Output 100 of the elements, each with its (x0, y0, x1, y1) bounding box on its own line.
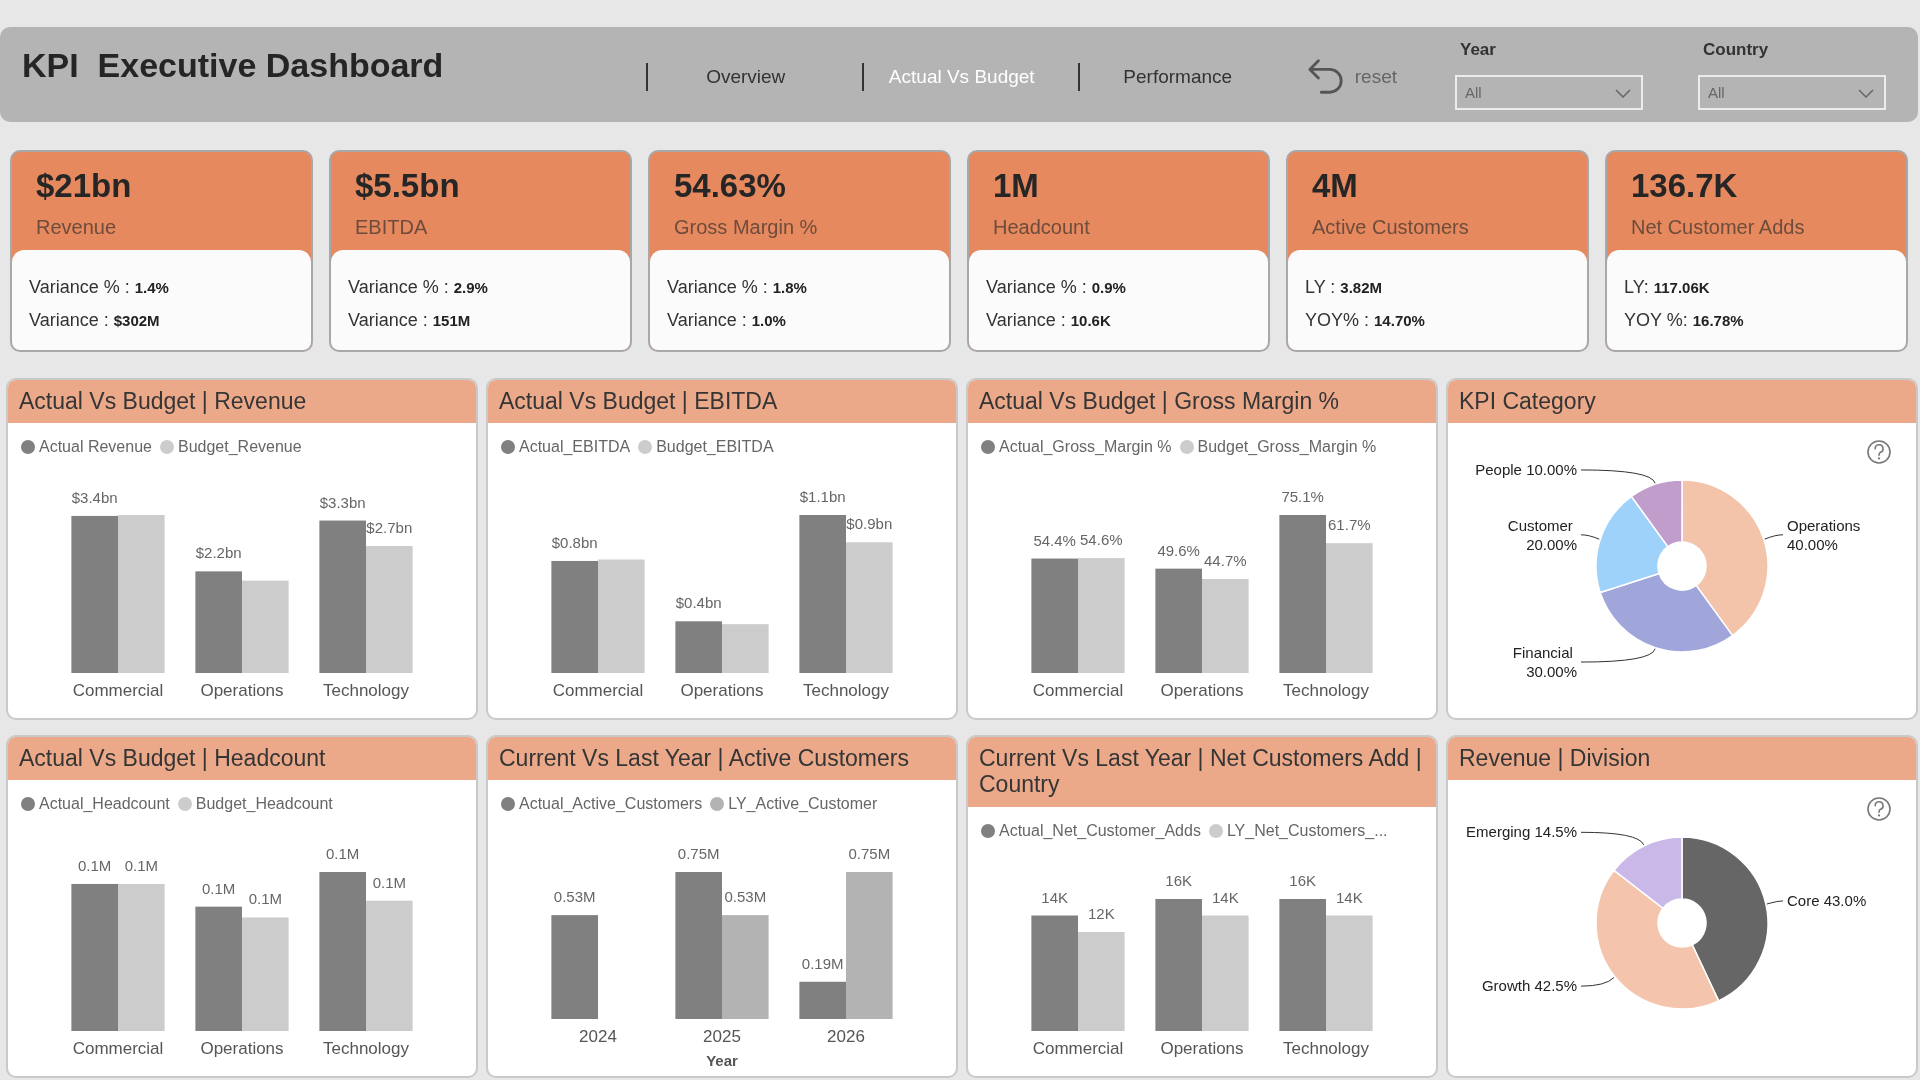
axis-label: Commercial (1032, 681, 1124, 701)
data-label: $0.4bn (675, 594, 722, 612)
chevron-icon (1858, 89, 1874, 98)
data-label: 14K (1335, 888, 1363, 906)
kpi-value: $5.5bn (355, 166, 461, 206)
dashboard-title: KPI Executive Dashboard (22, 45, 444, 86)
nav-tab[interactable]: Actual Vs Budget (884, 63, 1039, 91)
legend-label: Budget_Revenue (177, 437, 302, 458)
data-label: $3.4bn (71, 489, 118, 507)
data-label: 61.7% (1328, 516, 1371, 534)
data-label: 14K (1211, 888, 1239, 906)
data-label: $2.7bn (366, 519, 413, 537)
legend-label: Actual_Gross_Margin % (999, 437, 1172, 458)
leader-line (1580, 534, 1600, 541)
panel-title: Current Vs Last Year | Active Customers (488, 737, 956, 781)
kpi-label: Net Customer Adds (1631, 215, 1806, 239)
dropdown-field[interactable]: All (1698, 75, 1886, 110)
kpi-detail: Variance % : 1.4% (29, 276, 170, 299)
kpi-value: 1M (993, 166, 1040, 206)
panel-title: Actual Vs Budget | Gross Margin % (968, 380, 1436, 424)
data-label: 0.19M (801, 955, 844, 973)
kpi-detail: Variance : 151M (348, 309, 472, 332)
data-label: $2.2bn (195, 544, 242, 562)
kpi-detail: YOY% : 14.70% (1305, 309, 1426, 332)
slice-label: Emerging 14.5% (1466, 823, 1577, 841)
data-label: 0.1M (248, 890, 282, 908)
nav-tab[interactable]: Overview (702, 63, 790, 91)
leader-line (1766, 900, 1784, 905)
data-label: 0.1M (372, 874, 406, 892)
axis-label: Operations (200, 1039, 284, 1059)
kpi-value: 54.63% (674, 166, 787, 206)
kpi-detail: Variance : 1.0% (667, 309, 787, 332)
filter-label: Country (1702, 39, 1770, 61)
slice-label: People 10.00% (1475, 461, 1577, 479)
data-label: 16K (1165, 871, 1193, 889)
undo-arrow-icon (1306, 58, 1345, 96)
kpi-label: Active Customers (1312, 215, 1470, 239)
kpi-value: $21bn (36, 166, 133, 206)
axis-label: 2024 (579, 1027, 617, 1047)
data-label: $0.8bn (551, 534, 598, 552)
slice-label: Core 43.0% (1787, 892, 1867, 910)
nav-tab[interactable]: Performance (1119, 63, 1237, 91)
panel-title: Actual Vs Budget | Headcount (8, 737, 476, 781)
kpi-detail: Variance : $302M (29, 309, 161, 332)
kpi-label: Gross Margin % (674, 215, 819, 239)
data-label: $0.9bn (846, 515, 893, 533)
kpi-detail: Variance % : 0.9% (986, 276, 1127, 299)
axis-label: Technology (323, 681, 409, 701)
kpi-label: Headcount (993, 215, 1091, 239)
legend-label: Budget_Headcount (195, 794, 333, 815)
kpi-detail: Variance % : 2.9% (348, 276, 489, 299)
axis-label: Technology (803, 681, 889, 701)
data-label: 0.75M (848, 845, 891, 863)
data-label: $3.3bn (319, 494, 366, 511)
axis-label: Commercial (552, 681, 644, 701)
axis-label: Commercial (72, 681, 164, 701)
axis-label: Operations (680, 681, 764, 701)
data-label: 54.6% (1080, 531, 1123, 549)
panel-title: Revenue | Division (1448, 737, 1916, 781)
slice-label: Growth 42.5% (1481, 977, 1577, 995)
dropdown-field[interactable]: All (1455, 75, 1643, 110)
legend-label: LY_Net_Customers_... (1226, 820, 1388, 841)
axis-label: Operations (1160, 681, 1244, 701)
panel-title: Current Vs Last Year | Net Customers Add | Country (968, 737, 1436, 807)
data-label: 54.4% (1033, 532, 1076, 549)
slice-label: Financial 30.00% (1512, 644, 1577, 681)
help-icon (1867, 440, 1891, 465)
legend-label: Actual_Headcount (39, 794, 170, 815)
data-label: 0.53M (553, 888, 596, 906)
leader-line (1764, 534, 1784, 541)
panel-title: Actual Vs Budget | Revenue (8, 380, 476, 424)
reset-button[interactable]: reset (1306, 58, 1397, 96)
axis-label: Commercial (1032, 1038, 1124, 1058)
data-label: 16K (1289, 871, 1317, 889)
kpi-value: 136.7K (1631, 166, 1739, 206)
data-label: 0.53M (724, 888, 767, 906)
data-label: 0.1M (124, 857, 158, 875)
data-label: 12K (1087, 904, 1115, 922)
kpi-detail: Variance % : 1.8% (667, 276, 808, 299)
data-label: 0.1M (202, 880, 236, 898)
axis-label: Operations (1160, 1038, 1244, 1058)
leader-line (1580, 832, 1645, 846)
data-label: 0.75M (677, 845, 720, 863)
filter-label: Year (1459, 39, 1497, 61)
slice-label: Customer 20.00% (1507, 517, 1577, 554)
data-label: 49.6% (1157, 542, 1200, 560)
axis-label: Technology (1283, 1038, 1369, 1058)
data-label: $1.1bn (799, 488, 846, 506)
data-label: 75.1% (1281, 488, 1324, 506)
legend-label: Budget_EBITDA (656, 437, 774, 458)
chevron-icon (1615, 89, 1631, 98)
panel-title: KPI Category (1448, 380, 1916, 424)
kpi-detail: LY : 3.82M (1305, 276, 1384, 299)
kpi-detail: Variance : 10.6K (986, 309, 1112, 332)
slice-label: Operations 40.00% (1787, 517, 1861, 554)
axis-title: Year (706, 1052, 738, 1070)
axis-label: Operations (200, 681, 284, 701)
data-label: 14K (1041, 888, 1069, 906)
help-icon (1867, 797, 1891, 822)
panel-title: Actual Vs Budget | EBITDA (488, 380, 956, 424)
